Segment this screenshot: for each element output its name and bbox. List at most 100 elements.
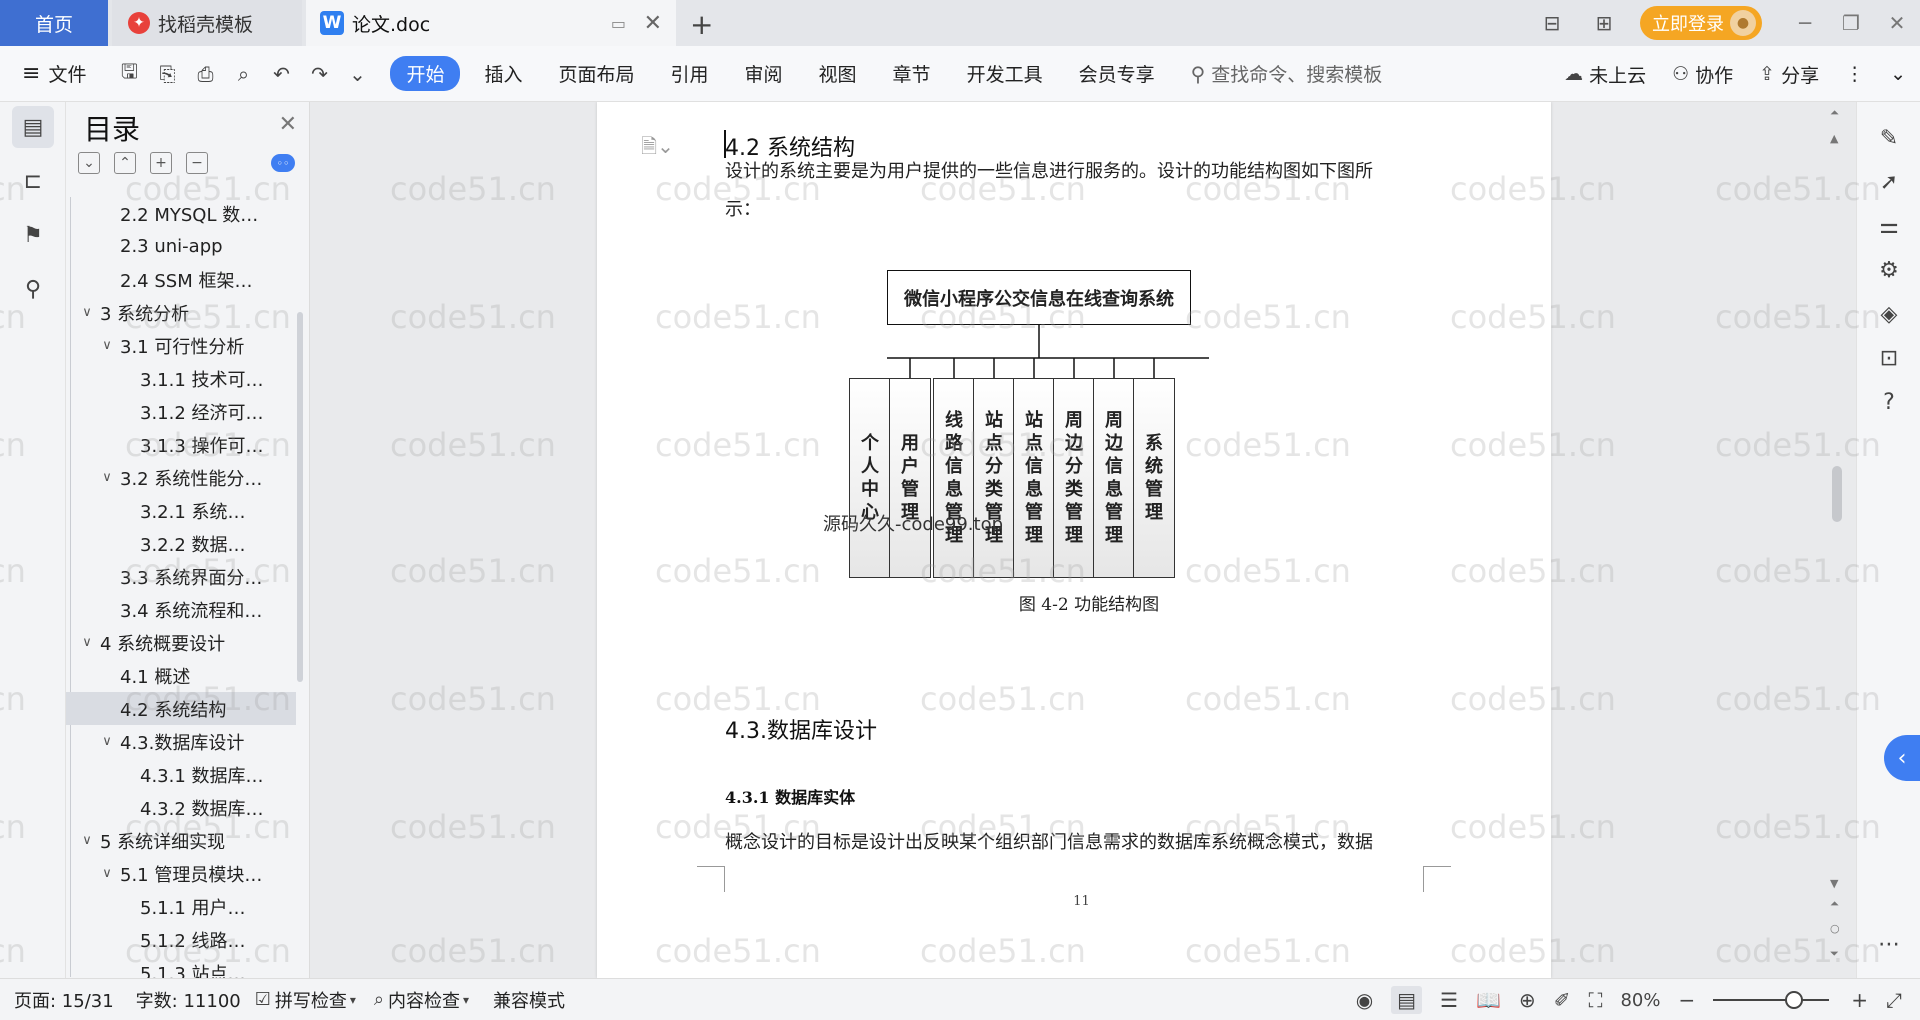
collapse-ribbon-button[interactable]: ⌄ [1890,63,1906,85]
zoom-slider-knob[interactable] [1785,991,1804,1009]
scroll-top-icon[interactable]: ⏶ [1830,106,1839,120]
toc-item[interactable]: 3.3 系统界面分… [66,560,296,593]
apps-grid-icon[interactable]: ⊞ [1578,11,1630,35]
screen-icon[interactable]: ▭ [611,14,626,33]
zoom-level[interactable]: 80% [1620,990,1660,1011]
eye-protection-icon[interactable]: ◉ [1356,988,1373,1012]
page-format-icon[interactable]: 🗎⌄ [641,132,674,166]
ribbon-tab-insert[interactable]: 插入 [466,60,540,87]
next-page-icon[interactable]: ⏷ [1830,947,1839,961]
prev-page-icon[interactable]: ⏶ [1830,897,1839,911]
undo-icon[interactable]: ↶ [262,62,300,86]
toc-item[interactable]: ∨ 3 系统分析 [66,296,296,329]
more-horizontal-icon[interactable]: ⋯ [1857,932,1920,957]
more-options-button[interactable]: ⋮ [1845,63,1864,85]
toc-item[interactable]: ∨ 3.1 可行性分析 [66,329,296,362]
read-mode-icon[interactable]: ⊡ [1857,346,1920,371]
ribbon-tab-view[interactable]: 视图 [801,60,875,87]
document-page[interactable]: 🗎⌄ 4.2 系统结构 设计的系统主要是为用户提供的一些信息进行服务的。设计的功… [597,102,1551,978]
toc-item[interactable]: 4.2 系统结构 [66,692,296,725]
scrollbar-thumb[interactable] [1832,466,1842,522]
expand-chevron-icon[interactable]: ∨ [78,305,96,320]
tab-document[interactable]: W 论文.doc ▭ ✕ [306,0,676,46]
toc-item[interactable]: 3.1.1 技术可… [66,362,296,395]
toc-item[interactable]: ∨ 3.2 系统性能分… [66,461,296,494]
write-mode-icon[interactable]: ✐ [1554,988,1571,1012]
select-browse-icon[interactable]: ○ [1830,922,1840,935]
ai-assistant-icon[interactable]: ⚙ [1857,258,1920,283]
navigation-pane-icon[interactable]: ⊏ [12,160,54,202]
ribbon-tab-section[interactable]: 章节 [875,60,949,87]
collaborate-button[interactable]: ⚇ 协作 [1672,61,1733,88]
toc-item[interactable]: 5.1.2 线路… [66,923,296,956]
spell-check-button[interactable]: ☑ 拼写检查 ▾ [255,987,360,1013]
collapse-all-icon[interactable]: ⌃ [114,152,136,174]
find-icon[interactable]: ⚲ [12,268,54,310]
select-cursor-icon[interactable]: ➚ [1857,170,1920,195]
expand-chevron-icon[interactable]: ∨ [98,338,116,353]
zoom-out-icon[interactable]: − [1678,988,1695,1012]
expand-all-icon[interactable]: ⌄ [78,152,100,174]
page-view-icon[interactable]: ▤ [1391,986,1423,1014]
share-button[interactable]: ⇪ 分享 [1759,61,1819,88]
toc-item[interactable]: 3.4 系统流程和… [66,593,296,626]
toc-item[interactable]: 5.1.1 用户… [66,890,296,923]
toc-item[interactable]: 3.1.3 操作可… [66,428,296,461]
toc-item[interactable]: 2.2 MYSQL 数… [66,197,296,230]
toc-item[interactable]: 4.1 概述 [66,659,296,692]
pen-icon[interactable]: ✎ [1857,126,1920,151]
toc-item[interactable]: ∨ 4 系统概要设计 [66,626,296,659]
tab-home[interactable]: 首页 [0,0,108,46]
toc-item[interactable]: 3.2.1 系统… [66,494,296,527]
customize-chevron-icon[interactable]: ⌄ [338,62,376,86]
zoom-slider[interactable] [1713,991,1830,1009]
toc-sync-toggle[interactable]: ◦◦ [271,154,295,172]
reading-view-icon[interactable]: 📖 [1476,988,1501,1012]
close-tab-icon[interactable]: ✕ [644,11,662,36]
ribbon-tab-member[interactable]: 会员专享 [1061,60,1173,87]
ribbon-tab-home[interactable]: 开始 [390,56,461,91]
add-heading-icon[interactable]: + [150,152,172,174]
expand-chevron-icon[interactable]: ∨ [78,833,96,848]
bookmark-icon[interactable]: ⚑ [12,214,54,256]
ribbon-tab-references[interactable]: 引用 [653,60,727,87]
content-check-button[interactable]: ⌕ 内容检查 ▾ [374,987,473,1013]
login-button[interactable]: 立即登录 ● [1640,6,1762,40]
word-count[interactable]: 字数: 11100 [136,987,241,1013]
save-icon[interactable]: 🖫 [110,57,148,91]
minimize-icon[interactable]: ─ [1782,11,1828,35]
redo-icon[interactable]: ↷ [300,62,338,86]
toc-item[interactable]: ∨ 4.3.数据库设计 [66,725,296,758]
fit-page-icon[interactable]: ⛶ [1588,988,1602,1012]
command-search[interactable]: ⚲ 查找命令、搜索模板 [1191,60,1383,87]
paragraph-concept-design[interactable]: 概念设计的目标是设计出反映某个组织部门信息需求的数据库系统概念模式，数据 [725,824,1450,862]
paragraph-line-1[interactable]: 设计的系统主要是为用户提供的一些信息进行服务的。设计的功能结构图如下图所 [725,153,1450,191]
toc-item[interactable]: 4.3.2 数据库… [66,791,296,824]
toc-item[interactable]: 2.3 uni-app [66,230,296,263]
heading-4-3[interactable]: 4.3.数据库设计 [725,713,877,745]
restore-icon[interactable]: ❐ [1828,11,1874,35]
export-pdf-icon[interactable]: ⎘ [148,62,186,86]
page-count[interactable]: 页面: 15/31 [14,987,114,1013]
toc-item[interactable]: 4.3.1 数据库… [66,758,296,791]
toc-item[interactable]: 3.1.2 经济可… [66,395,296,428]
ribbon-tab-developer[interactable]: 开发工具 [949,60,1061,87]
file-menu[interactable]: ≡ 文件 [22,60,86,87]
remove-heading-icon[interactable]: − [186,152,208,174]
close-window-icon[interactable]: ✕ [1874,11,1920,35]
expand-chevron-icon[interactable]: ∨ [78,635,96,650]
new-tab-button[interactable]: + [690,8,713,41]
print-preview-icon[interactable]: ⌕ [224,62,262,86]
help-icon[interactable]: ? [1857,390,1920,415]
toc-item[interactable]: ∨ 5.1 管理员模块… [66,857,296,890]
toc-item[interactable]: 2.4 SSM 框架… [66,263,296,296]
zoom-in-icon[interactable]: + [1851,988,1868,1012]
web-view-icon[interactable]: ⊕ [1519,988,1536,1012]
toc-item[interactable]: ∨ 5 系统详细实现 [66,824,296,857]
adjust-sliders-icon[interactable]: ⚌ [1857,214,1920,239]
vertical-scrollbar[interactable]: ⏶ ▲ ▼ ⏶ ○ ⏷ [1828,102,1844,978]
outline-view-icon[interactable]: ☰ [1440,988,1458,1012]
ribbon-tab-review[interactable]: 审阅 [727,60,801,87]
expand-chevron-icon[interactable]: ∨ [98,734,116,749]
close-toc-icon[interactable]: ✕ [279,112,297,137]
